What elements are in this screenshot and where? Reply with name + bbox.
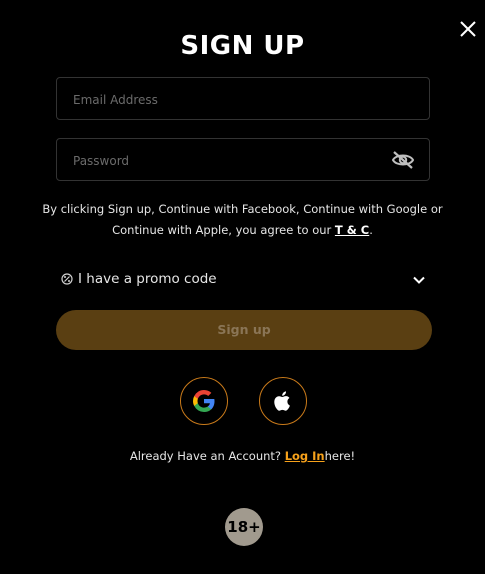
password-field[interactable]	[56, 138, 430, 182]
email-input[interactable]	[71, 78, 375, 121]
terms-suffix: .	[369, 223, 373, 237]
login-suffix: here!	[324, 449, 356, 463]
promo-code-toggle[interactable]: I have a promo code	[56, 266, 430, 292]
signup-button[interactable]: Sign up	[56, 310, 432, 350]
terms-body: By clicking Sign up, Continue with Faceb…	[42, 202, 443, 237]
age-restriction-badge: 18+	[225, 508, 263, 546]
apple-icon	[274, 391, 290, 411]
google-icon	[193, 390, 215, 412]
toggle-password-visibility-button[interactable]	[391, 150, 415, 170]
login-prefix: Already Have an Account?	[129, 449, 282, 463]
promo-icon	[61, 273, 73, 285]
signup-modal: SIGN UP By clicking Sign up, Continue wi…	[0, 0, 485, 574]
apple-signup-button[interactable]	[259, 377, 307, 425]
google-signup-button[interactable]	[180, 377, 228, 425]
password-input[interactable]	[71, 139, 375, 182]
login-link[interactable]: Log In	[285, 449, 325, 463]
promo-label: I have a promo code	[78, 271, 217, 287]
login-prompt: Already Have an Account? Log Inhere!	[0, 446, 485, 466]
chevron-down-icon	[413, 276, 425, 284]
page-title: SIGN UP	[180, 31, 305, 61]
terms-link[interactable]: T & C	[335, 223, 369, 237]
eye-slash-icon	[391, 151, 415, 169]
terms-text: By clicking Sign up, Continue with Faceb…	[40, 199, 445, 241]
email-field[interactable]	[56, 77, 430, 121]
